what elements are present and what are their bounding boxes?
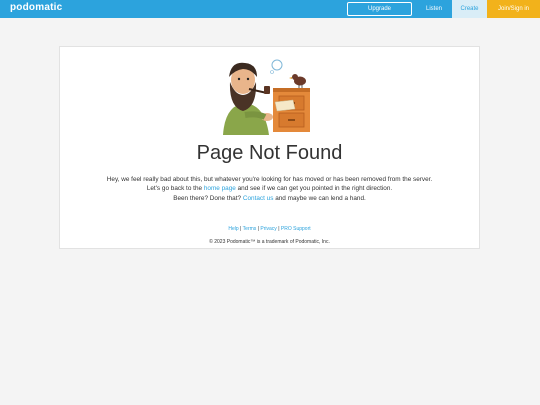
nav-create[interactable]: Create	[452, 0, 487, 18]
contact-line-pre: Been there? Done that?	[173, 195, 242, 202]
contact-line: Been there? Done that? Contact us and ma…	[60, 195, 479, 203]
footer-separator: |	[278, 226, 280, 232]
error-card: Page Not Found Hey, we feel really bad a…	[59, 46, 480, 249]
bearded-man-illustration	[223, 59, 310, 135]
podomatic-logo[interactable]: podomatic	[10, 2, 62, 13]
contact-line-post: and maybe we can lend a hand.	[275, 195, 366, 202]
footer-separator: |	[257, 226, 259, 232]
footer-separator: |	[240, 226, 242, 232]
nav-join-signin[interactable]: Join/Sign in	[487, 0, 540, 18]
footer-link-terms[interactable]: Terms	[243, 226, 257, 232]
footer-links: Help | Terms | Privacy | PRO Support	[60, 226, 479, 232]
home-line-pre: Let's go back to the	[146, 185, 203, 192]
apology-text: Hey, we feel really bad about this, but …	[106, 176, 433, 183]
home-page-link[interactable]: home page	[204, 185, 236, 192]
upgrade-button[interactable]: Upgrade	[347, 2, 412, 16]
footer-link-pro-support[interactable]: PRO Support	[281, 226, 311, 232]
home-page-line: Let's go back to the home page and see i…	[60, 185, 479, 193]
contact-us-link[interactable]: Contact us	[243, 195, 274, 202]
page-title: Page Not Found	[196, 142, 343, 164]
footer-link-privacy[interactable]: Privacy	[260, 226, 276, 232]
top-navbar: podomatic Upgrade Listen Create Join/Sig…	[0, 0, 540, 18]
home-line-post: and see if we can get you pointed in the…	[237, 185, 393, 192]
copyright-text: © 2023 Podomatic™ is a trademark of Podo…	[209, 239, 330, 245]
nav-listen[interactable]: Listen	[417, 0, 451, 18]
footer-link-help[interactable]: Help	[228, 226, 238, 232]
